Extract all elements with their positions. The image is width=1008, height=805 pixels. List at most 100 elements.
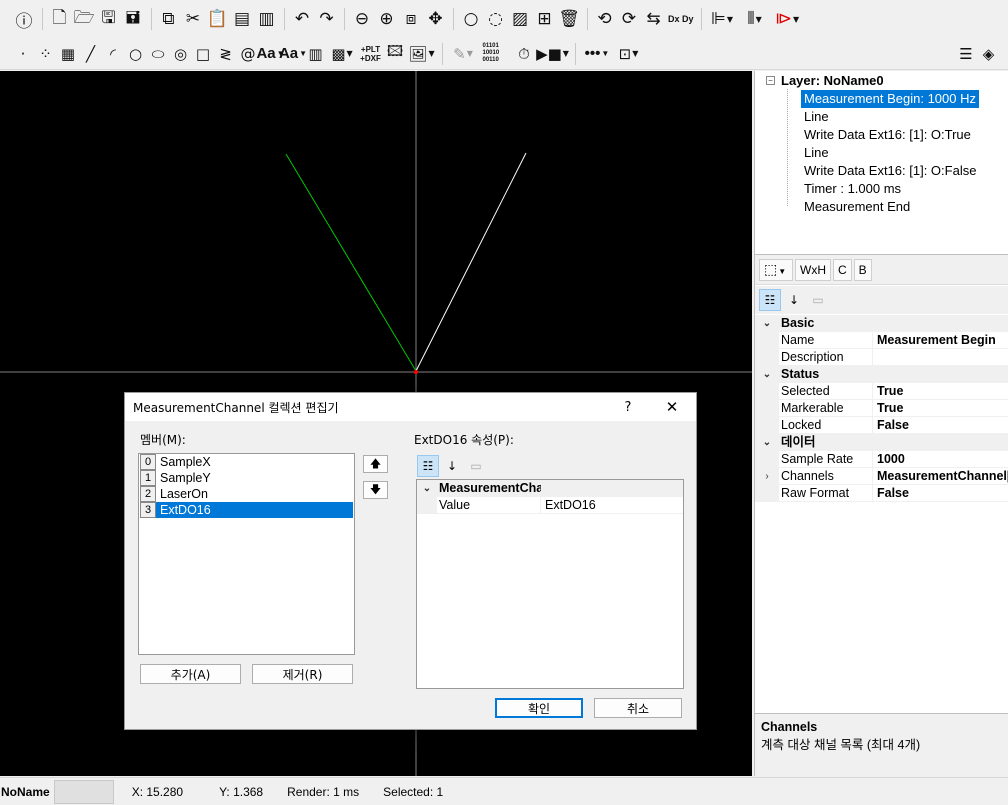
- close-button[interactable]: ✕: [652, 393, 692, 421]
- save-as-icon[interactable]: 🖬: [121, 5, 145, 33]
- add-button[interactable]: 추가(A): [140, 664, 241, 684]
- property-value[interactable]: False: [873, 485, 1008, 502]
- property-row-locked[interactable]: Locked False: [755, 417, 1008, 434]
- rotate-cycle-icon[interactable]: ⇆: [642, 5, 666, 33]
- tree-root-layer[interactable]: Layer: NoName0: [781, 72, 884, 90]
- more-button[interactable]: ••• ▼: [581, 41, 613, 67]
- category-measurement-channel[interactable]: ⌄MeasurementChannel: [417, 480, 683, 497]
- tree-item-line[interactable]: Line: [801, 108, 832, 126]
- measure-button[interactable]: ⊡ ▼: [614, 41, 644, 67]
- property-row-selected[interactable]: Selected True: [755, 383, 1008, 400]
- property-row-raw-format[interactable]: Raw Format False: [755, 485, 1008, 502]
- alphabetical-icon[interactable]: ↓: [441, 455, 463, 477]
- import-plt-dxf-button[interactable]: +PLT +DXF: [358, 41, 384, 67]
- tab-c[interactable]: C: [833, 258, 852, 281]
- cut-icon[interactable]: ✂: [181, 5, 205, 33]
- ok-button[interactable]: 확인: [495, 698, 583, 718]
- property-row-sample-rate[interactable]: Sample Rate 1000: [755, 451, 1008, 468]
- pan-icon[interactable]: ✥: [424, 5, 448, 33]
- list-item-selected[interactable]: 3 ExtDO16: [140, 502, 353, 518]
- bounding-box-tab[interactable]: ⬚▼: [759, 258, 793, 281]
- category-status[interactable]: ⌄ Status: [755, 366, 1008, 383]
- columns-button[interactable]: ⦀ ▼: [738, 5, 772, 33]
- new-file-icon[interactable]: 🗋: [48, 5, 72, 33]
- categorized-icon[interactable]: ☷: [759, 289, 781, 311]
- collapse-chevron-icon[interactable]: ⌄: [755, 366, 779, 383]
- ellipse-icon[interactable]: ⬭: [147, 41, 169, 67]
- copy-icon[interactable]: ⧉: [157, 5, 181, 33]
- list-item[interactable]: 0 SampleX: [140, 454, 353, 470]
- collapse-chevron-icon[interactable]: ⌄: [755, 315, 779, 332]
- binary-data-button[interactable]: 01101 10010 00110: [479, 41, 513, 67]
- tab-wxh[interactable]: WxH: [795, 258, 831, 281]
- point-icon[interactable]: ·: [12, 41, 34, 67]
- category-basic[interactable]: ⌄ Basic: [755, 315, 1008, 332]
- rotate-right-icon[interactable]: ⟳: [617, 5, 641, 33]
- redo-icon[interactable]: ↷: [315, 5, 339, 33]
- property-value[interactable]: True: [873, 383, 1008, 400]
- cancel-button[interactable]: 취소: [594, 698, 682, 718]
- property-row-markerable[interactable]: Markerable True: [755, 400, 1008, 417]
- list-view-icon[interactable]: ☰: [955, 41, 977, 67]
- dxdy-button[interactable]: Dx Dy: [666, 5, 696, 33]
- trash-icon[interactable]: 🗑: [557, 5, 581, 33]
- image-option-button[interactable]: 🖼 ▼: [407, 41, 437, 67]
- bold-text-button[interactable]: Aa ▼: [279, 41, 307, 67]
- tree-item-timer[interactable]: Timer : 1.000 ms: [801, 180, 904, 198]
- move-up-button[interactable]: 🡅: [363, 455, 388, 473]
- expand-chevron-icon[interactable]: ›: [755, 468, 779, 485]
- tree-item-measurement-begin[interactable]: Measurement Begin: 1000 Hz: [801, 90, 979, 108]
- pen-button[interactable]: ✎ ▼: [448, 41, 478, 67]
- zigzag-icon[interactable]: ≷: [215, 41, 237, 67]
- zoom-window-icon[interactable]: ⧈: [399, 5, 423, 33]
- arc-icon[interactable]: ◜: [102, 41, 124, 67]
- property-row-value[interactable]: Value ExtDO16: [417, 497, 683, 514]
- members-list[interactable]: 0 SampleX 1 SampleY 2 LaserOn 3 ExtDO16: [138, 453, 355, 655]
- undo-icon[interactable]: ↶: [290, 5, 314, 33]
- lasso-icon[interactable]: ◌: [484, 5, 508, 33]
- list-item[interactable]: 1 SampleY: [140, 470, 353, 486]
- qrcode-button[interactable]: ▩ ▼: [327, 41, 357, 67]
- zoom-out-icon[interactable]: ⊖: [350, 5, 374, 33]
- info-icon[interactable]: ⓘ: [12, 5, 36, 33]
- property-row-name[interactable]: Name Measurement Begin: [755, 332, 1008, 349]
- green-line-shape[interactable]: [285, 153, 417, 372]
- collapse-chevron-icon[interactable]: ⌄: [755, 434, 779, 451]
- clipboard-icon[interactable]: ▥: [255, 5, 279, 33]
- help-button[interactable]: ?: [608, 393, 648, 421]
- rectangle-icon[interactable]: □: [192, 41, 214, 67]
- marking-button[interactable]: ⧐ ▼: [772, 5, 802, 33]
- property-value[interactable]: Measurement Begin: [873, 332, 1008, 349]
- open-folder-icon[interactable]: 🗁: [72, 5, 96, 33]
- move-down-button[interactable]: 🡇: [363, 481, 388, 499]
- tree-item-write-data-false[interactable]: Write Data Ext16: [1]: O:False: [801, 162, 979, 180]
- property-value[interactable]: 1000: [873, 451, 1008, 468]
- save-icon[interactable]: 🖫: [97, 5, 121, 33]
- categorized-icon[interactable]: ☷: [417, 455, 439, 477]
- line-icon[interactable]: ╱: [80, 41, 102, 67]
- align-left-button[interactable]: ⊫ ▼: [707, 5, 737, 33]
- collapse-chevron-icon[interactable]: ⌄: [417, 480, 437, 497]
- circle-select-icon[interactable]: ○: [459, 5, 483, 33]
- alphabetical-icon[interactable]: ↓: [783, 289, 805, 311]
- property-pages-icon[interactable]: ▭: [807, 289, 829, 311]
- image-icon[interactable]: 🖾: [384, 41, 406, 67]
- paste-icon[interactable]: 📋: [206, 5, 230, 33]
- barcode-icon[interactable]: ▥: [305, 41, 327, 67]
- dialog-title-bar[interactable]: MeasurementChannel 컬렉션 편집기 ? ✕: [125, 393, 696, 421]
- trepan-icon[interactable]: ◎: [170, 41, 192, 67]
- rotate-left-icon[interactable]: ⟲: [593, 5, 617, 33]
- raster-icon[interactable]: ▦: [57, 41, 79, 67]
- white-line-shape[interactable]: [415, 152, 527, 372]
- tree-item-measurement-end[interactable]: Measurement End: [801, 198, 913, 216]
- motion-button[interactable]: ▶■ ▼: [536, 41, 570, 67]
- property-pages-icon[interactable]: ▭: [465, 455, 487, 477]
- property-value[interactable]: False: [873, 417, 1008, 434]
- property-value[interactable]: ExtDO16: [541, 497, 683, 514]
- collapse-icon[interactable]: −: [766, 76, 775, 85]
- property-row-channels[interactable]: › Channels MeasurementChannel[]: [755, 468, 1008, 485]
- paste-special-icon[interactable]: ▤: [230, 5, 254, 33]
- tree-item-write-data-true[interactable]: Write Data Ext16: [1]: O:True: [801, 126, 974, 144]
- remove-button[interactable]: 제거(R): [252, 664, 353, 684]
- timer-icon[interactable]: ⏱: [513, 41, 535, 67]
